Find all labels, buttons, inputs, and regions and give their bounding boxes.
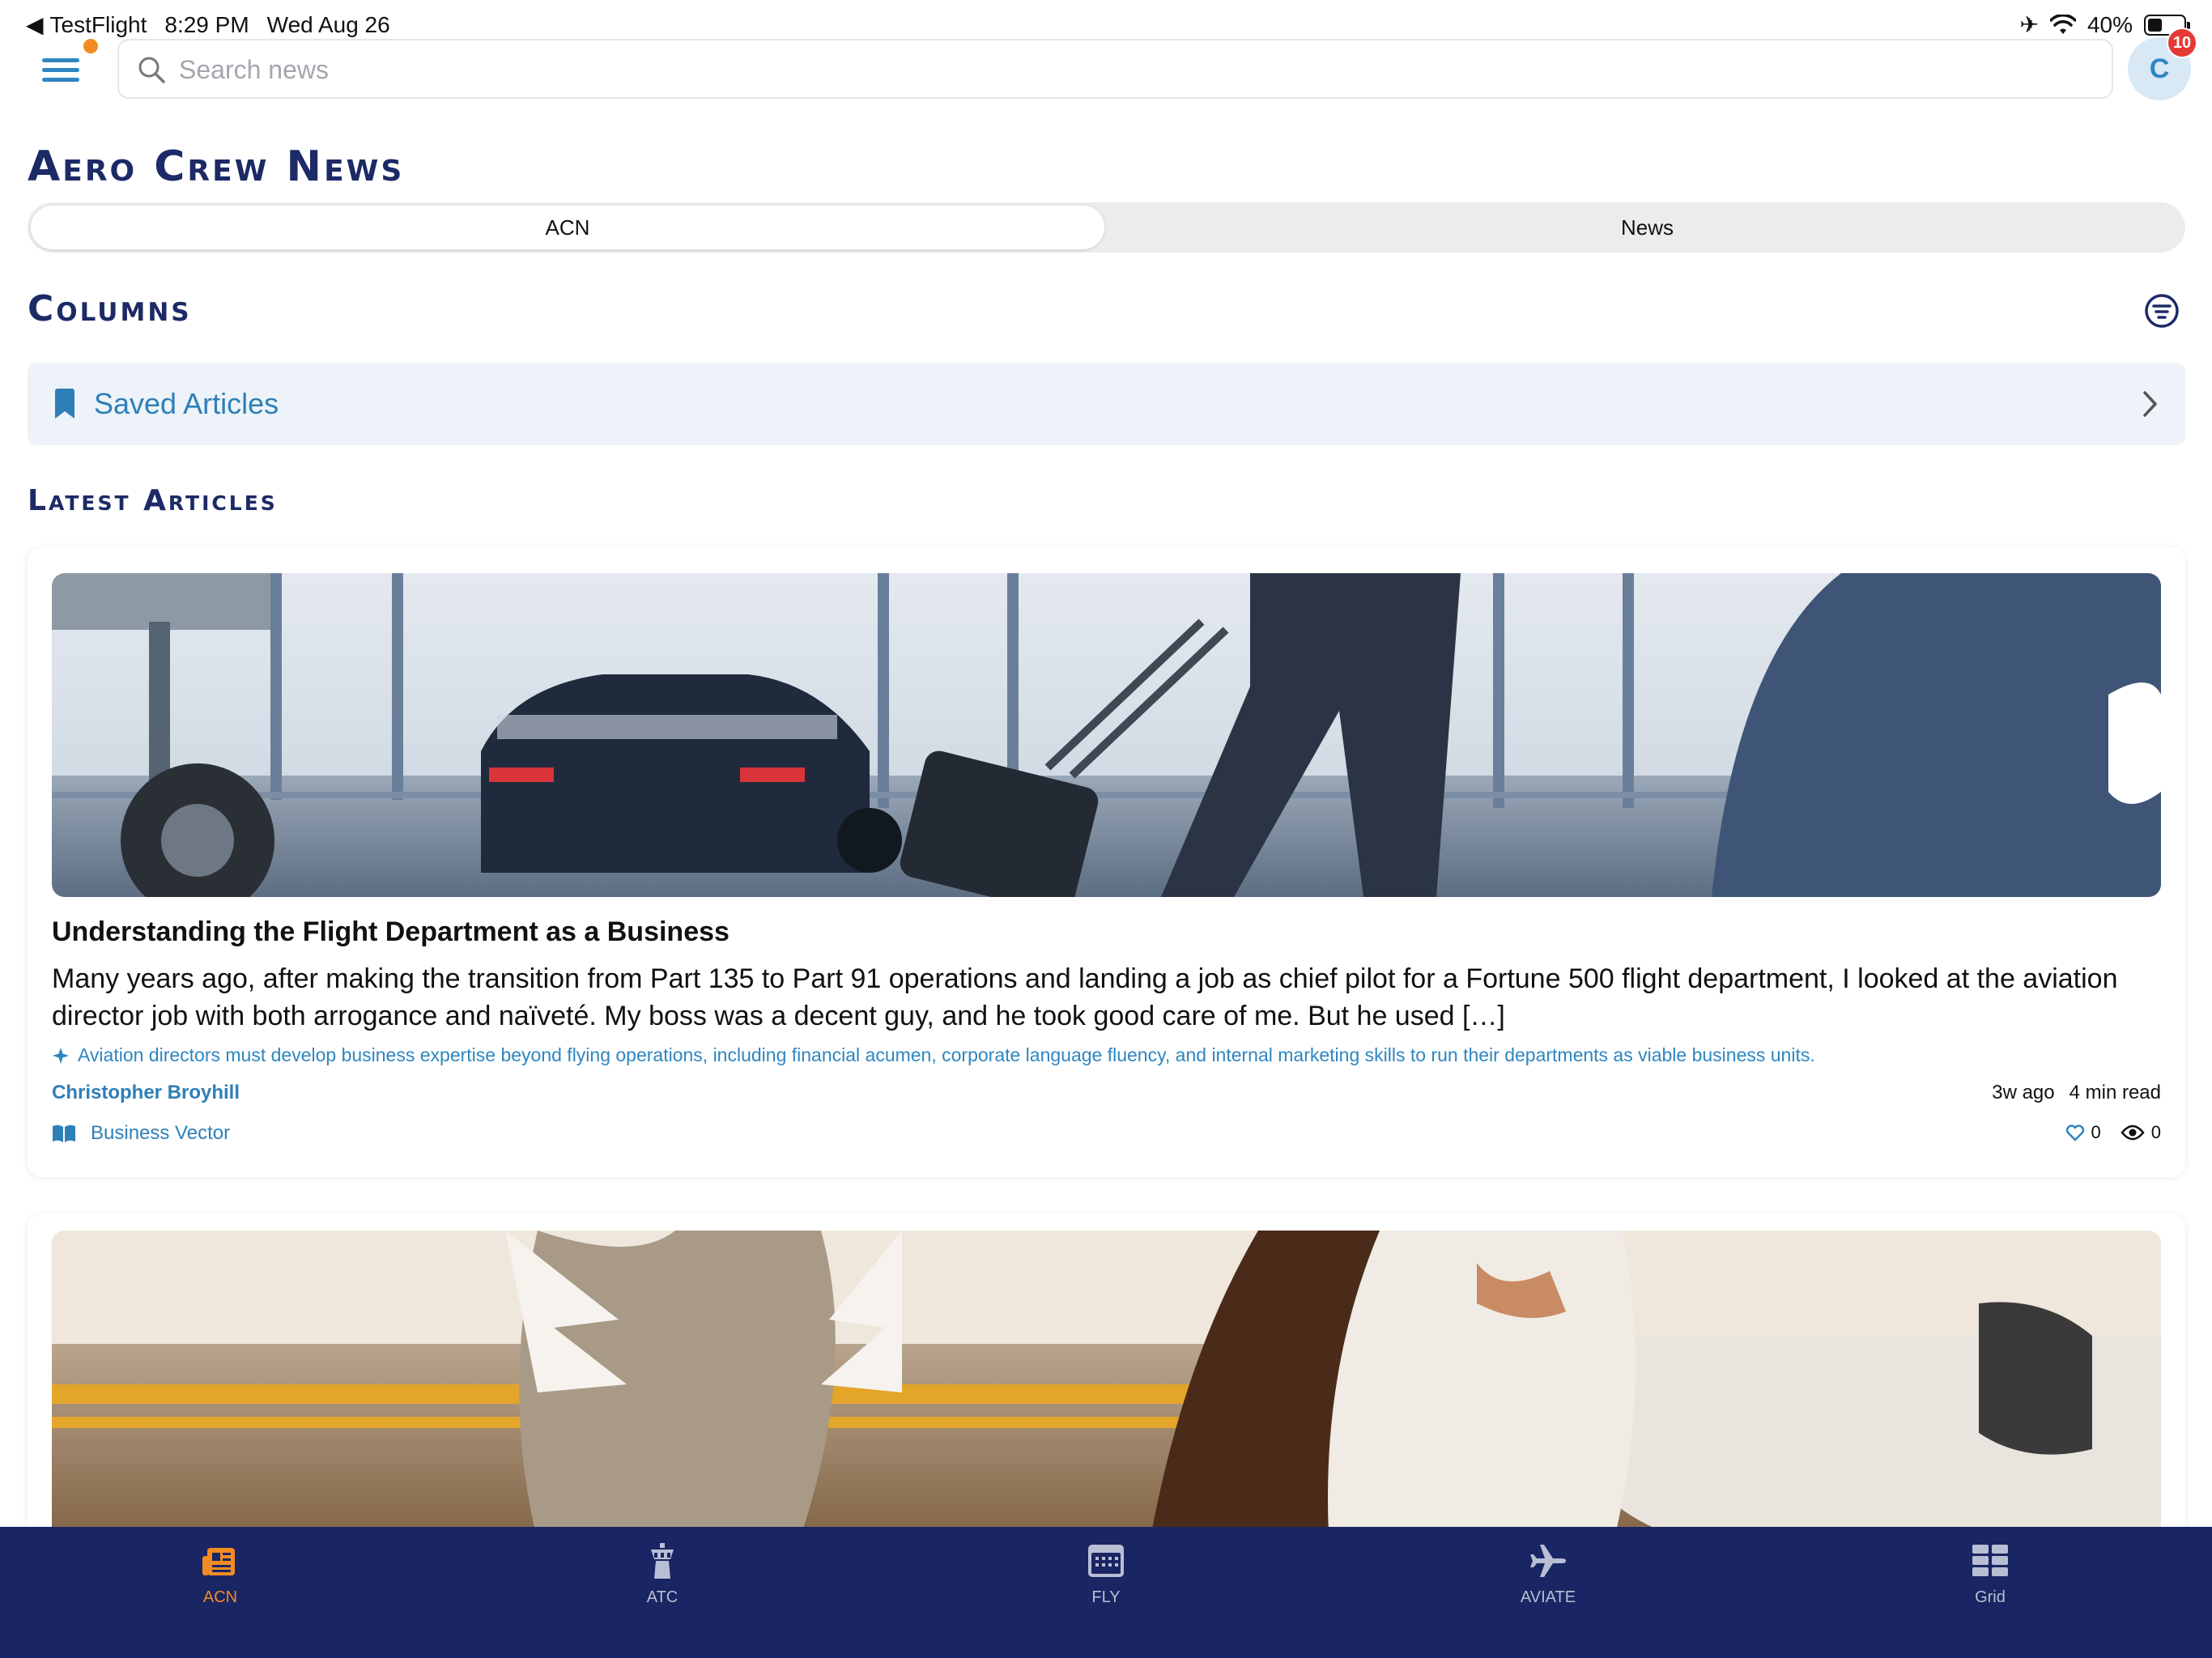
newspaper-icon (202, 1548, 235, 1575)
view-count-stat: 0 (2121, 1122, 2161, 1143)
tab-acn[interactable]: ACN (139, 1541, 301, 1622)
status-time: 8:29 PM (164, 11, 249, 37)
grid-icon (1972, 1545, 2008, 1576)
heart-icon (2065, 1124, 2084, 1141)
article-stats: 0 0 (2065, 1122, 2161, 1143)
menu-button[interactable] (40, 53, 83, 89)
article-image (52, 1231, 2161, 1554)
menu-icon (42, 58, 79, 62)
article-author[interactable]: Christopher Broyhill (52, 1082, 240, 1104)
segment-acn[interactable]: ACN (31, 206, 1104, 249)
back-triangle-icon: ◀ (26, 12, 44, 37)
like-button[interactable]: 0 (2065, 1122, 2101, 1143)
notification-badge: 10 (2167, 28, 2197, 58)
calendar-icon (1088, 1545, 1124, 1577)
article-meta: 3w ago 4 min read (1992, 1082, 2161, 1104)
tab-aviate-label: AVIATE (1520, 1588, 1576, 1606)
search-bar[interactable] (117, 39, 2113, 99)
search-input[interactable] (179, 49, 2041, 91)
back-to-app-link[interactable]: ◀ TestFlight (26, 11, 147, 38)
article-age: 3w ago (1992, 1082, 2055, 1103)
article-read-time: 4 min read (2069, 1082, 2161, 1103)
article-category[interactable]: Business Vector (52, 1122, 230, 1145)
bookmark-icon (55, 389, 74, 419)
tab-fly[interactable]: FLY (1025, 1541, 1187, 1622)
segmented-control: ACN News (28, 202, 2185, 253)
latest-articles-heading: Latest Articles (28, 484, 278, 517)
ai-summary-text: Aviation directors must develop business… (78, 1044, 1815, 1065)
article-title[interactable]: Understanding the Flight Department as a… (52, 916, 730, 948)
tab-aviate[interactable]: AVIATE (1467, 1541, 1629, 1622)
filter-icon[interactable] (2144, 293, 2180, 329)
page-title: Aero Crew News (28, 142, 405, 191)
view-count: 0 (2150, 1122, 2161, 1142)
search-icon (138, 57, 165, 83)
ai-summary: Aviation directors must develop business… (52, 1044, 1815, 1066)
article-excerpt: Many years ago, after making the transit… (52, 963, 2118, 1031)
battery-percent: 40% (2087, 11, 2133, 37)
article-category-label: Business Vector (91, 1122, 231, 1144)
saved-articles-row[interactable]: Saved Articles (28, 363, 2185, 445)
saved-articles-label: Saved Articles (94, 387, 279, 420)
segment-news[interactable]: News (1109, 202, 2185, 253)
wifi-icon (2049, 14, 2076, 34)
control-tower-icon (651, 1543, 674, 1579)
book-open-icon (53, 1124, 75, 1142)
tab-grid[interactable]: Grid (1909, 1541, 2071, 1622)
tab-fly-label: FLY (1091, 1588, 1121, 1606)
tab-grid-label: Grid (1975, 1588, 2006, 1606)
tab-bar: ACN ATC FLY AVIATE Grid (0, 1527, 2212, 1658)
airplane-icon (1530, 1545, 1566, 1577)
like-count: 0 (2091, 1122, 2101, 1142)
tab-acn-label: ACN (202, 1588, 238, 1606)
article-card[interactable]: Understanding the Flight Department as a… (28, 547, 2185, 1177)
article-card[interactable] (28, 1214, 2185, 1554)
article-image (52, 573, 2161, 897)
eye-icon (2121, 1124, 2145, 1141)
columns-heading: Columns (28, 288, 192, 329)
airplane-mode-icon: ✈ (2019, 12, 2039, 37)
menu-notification-dot (83, 39, 98, 53)
sparkle-icon (53, 1047, 69, 1064)
tab-atc[interactable]: ATC (581, 1541, 743, 1622)
chevron-right-icon (2143, 391, 2157, 417)
status-date: Wed Aug 26 (266, 11, 390, 37)
tab-atc-label: ATC (646, 1588, 678, 1606)
